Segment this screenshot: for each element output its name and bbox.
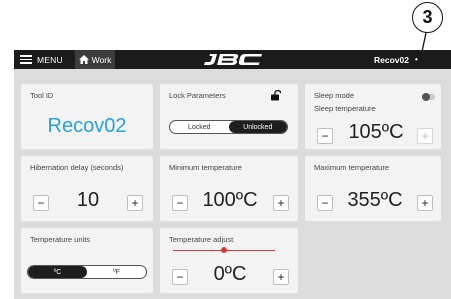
lock-segmented-control: Locked Unlocked: [169, 120, 288, 134]
card-maximum-temperature: Maximum temperature − 355ºC +: [305, 156, 441, 221]
hamburger-icon: [20, 55, 32, 64]
card-title: Temperature units: [30, 235, 91, 244]
lock-option-locked[interactable]: Locked: [170, 121, 229, 133]
top-bar: MENU Work Recov02 •: [14, 50, 451, 69]
min-temp-increase-button[interactable]: +: [273, 195, 289, 211]
sleep-temp-decrease-button[interactable]: −: [317, 128, 333, 144]
device-screen: MENU Work Recov02 • Tool ID Recov02 Lock…: [14, 50, 451, 299]
card-title: Lock Parameters: [169, 91, 226, 100]
jbc-logo: [204, 54, 262, 65]
card-sleep-mode: Sleep mode Sleep temperature − 105ºC +: [305, 84, 441, 149]
min-temp-value: 100ºC: [202, 189, 258, 211]
callout-number-badge: 3: [412, 2, 443, 33]
units-option-fahrenheit[interactable]: ºF: [87, 266, 146, 278]
sleep-temp-value: 105ºC: [348, 121, 404, 143]
sleep-temp-increase-button[interactable]: +: [417, 128, 433, 144]
hibernation-decrease-button[interactable]: −: [33, 195, 49, 211]
hibernation-value: 10: [76, 189, 100, 211]
card-lock-parameters: Lock Parameters Locked Unlocked: [160, 84, 298, 149]
home-icon: [78, 55, 89, 64]
max-temp-value: 355ºC: [347, 189, 403, 211]
card-title: Hibernation delay (seconds): [30, 163, 124, 172]
sleep-mode-toggle[interactable]: [422, 93, 436, 101]
adjust-decrease-button[interactable]: −: [172, 269, 188, 285]
units-option-celsius[interactable]: ºC: [28, 266, 87, 278]
card-title: Maximum temperature: [314, 163, 390, 172]
tab-work-label: Work: [91, 54, 112, 65]
device-menu-icon: •: [414, 55, 418, 64]
unlock-icon: [271, 90, 281, 101]
card-title: Sleep mode: [314, 91, 355, 100]
card-subtitle: Sleep temperature: [314, 104, 376, 113]
card-title: Tool ID: [30, 91, 54, 100]
card-title: Minimum temperature: [169, 163, 242, 172]
menu-button[interactable]: MENU: [20, 50, 63, 69]
temperature-adjust-value: 0ºC: [213, 263, 247, 285]
adjust-increase-button[interactable]: +: [273, 269, 289, 285]
tool-id-value[interactable]: Recov02: [21, 115, 153, 138]
card-temperature-adjust: Temperature adjust − 0ºC +: [160, 228, 298, 293]
device-name: Recov02: [374, 54, 409, 65]
card-temperature-units: Temperature units ºC ºF: [21, 228, 153, 293]
card-title: Temperature adjust: [169, 235, 234, 244]
max-temp-decrease-button[interactable]: −: [317, 195, 333, 211]
hibernation-increase-button[interactable]: +: [127, 195, 143, 211]
card-tool-id: Tool ID Recov02: [21, 84, 153, 149]
temperature-adjust-slider-handle[interactable]: [221, 247, 227, 253]
min-temp-decrease-button[interactable]: −: [172, 195, 188, 211]
device-selector[interactable]: Recov02 •: [374, 50, 418, 69]
card-minimum-temperature: Minimum temperature − 100ºC +: [160, 156, 298, 221]
units-segmented-control: ºC ºF: [27, 265, 147, 279]
menu-label: MENU: [37, 54, 63, 65]
max-temp-increase-button[interactable]: +: [417, 195, 433, 211]
lock-option-unlocked[interactable]: Unlocked: [228, 121, 287, 133]
card-hibernation-delay: Hibernation delay (seconds) − 10 +: [21, 156, 153, 221]
tab-work[interactable]: Work: [75, 50, 115, 69]
